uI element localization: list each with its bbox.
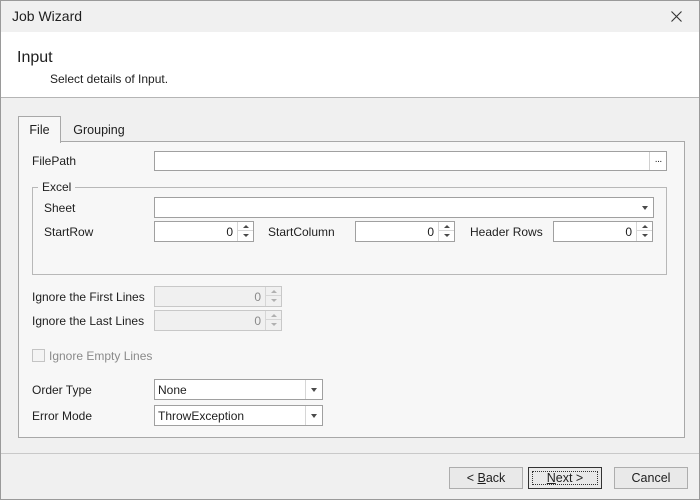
- arrow-down-icon: [270, 323, 277, 326]
- back-button-label: < Back: [466, 471, 506, 485]
- arrow-up-icon: [270, 289, 277, 293]
- arrow-up-icon: [242, 224, 249, 228]
- chevron-down-icon: [641, 205, 648, 210]
- startcolumn-label: StartColumn: [268, 225, 335, 239]
- ignore-last-increment-button[interactable]: [266, 311, 281, 320]
- ignore-first-spinner[interactable]: 0: [154, 286, 282, 307]
- close-icon: [670, 11, 682, 22]
- cancel-button-label: Cancel: [631, 471, 671, 485]
- startrow-spinner[interactable]: 0: [154, 221, 254, 242]
- back-button[interactable]: < Back: [449, 467, 523, 489]
- arrow-up-icon: [443, 224, 450, 228]
- window-title: Job Wizard: [12, 8, 83, 24]
- startrow-decrement-button[interactable]: [238, 231, 253, 240]
- headerrows-spin-buttons: [636, 222, 652, 241]
- order-type-label: Order Type: [32, 383, 92, 397]
- headerrows-value: 0: [625, 225, 632, 239]
- tab-grouping[interactable]: Grouping: [63, 118, 135, 142]
- headerrows-decrement-button[interactable]: [637, 231, 652, 240]
- chevron-down-icon: [311, 387, 317, 392]
- cancel-button[interactable]: Cancel: [614, 467, 688, 489]
- order-type-value: None: [158, 383, 187, 397]
- arrow-down-icon: [270, 299, 277, 302]
- sheet-dropdown-button[interactable]: [636, 198, 653, 217]
- ignore-last-value: 0: [254, 314, 261, 328]
- excel-group-legend: Excel: [38, 180, 76, 194]
- startcolumn-spinner[interactable]: 0: [355, 221, 455, 242]
- wizard-header: Input Select details of Input.: [1, 32, 699, 98]
- headerrows-label: Header Rows: [470, 225, 543, 239]
- page-subtitle: Select details of Input.: [50, 72, 169, 86]
- error-mode-combo[interactable]: ThrowException: [154, 405, 323, 426]
- sheet-combo[interactable]: [154, 197, 654, 218]
- arrow-up-icon: [270, 313, 277, 317]
- arrow-down-icon: [641, 234, 648, 237]
- error-mode-dropdown-button[interactable]: [305, 406, 322, 425]
- ignore-last-decrement-button[interactable]: [266, 320, 281, 329]
- tab-file[interactable]: File: [18, 116, 61, 143]
- browse-button[interactable]: ···: [649, 152, 666, 170]
- title-bar: Job Wizard: [1, 1, 699, 32]
- next-button[interactable]: Next >: [528, 467, 602, 489]
- ignore-first-value: 0: [254, 290, 261, 304]
- close-button[interactable]: [653, 1, 699, 32]
- startrow-value: 0: [226, 225, 233, 239]
- sheet-label: Sheet: [44, 201, 76, 215]
- error-mode-value: ThrowException: [158, 409, 245, 423]
- ignore-first-spin-buttons: [265, 287, 281, 306]
- error-mode-label: Error Mode: [32, 409, 93, 423]
- page-title: Input: [17, 49, 53, 66]
- startcolumn-increment-button[interactable]: [439, 222, 454, 231]
- startcolumn-spin-buttons: [438, 222, 454, 241]
- ignore-empty-label: Ignore Empty Lines: [49, 349, 153, 363]
- tab-file-label: File: [29, 123, 50, 137]
- order-type-dropdown-button[interactable]: [305, 380, 322, 399]
- arrow-down-icon: [242, 234, 249, 237]
- startrow-increment-button[interactable]: [238, 222, 253, 231]
- chevron-down-icon: [311, 413, 317, 418]
- focus-rectangle: [532, 471, 598, 485]
- ignore-last-label: Ignore the Last Lines: [32, 314, 145, 328]
- footer-divider: [1, 453, 699, 454]
- tab-grouping-label: Grouping: [73, 123, 125, 137]
- arrow-up-icon: [641, 224, 648, 228]
- startcolumn-decrement-button[interactable]: [439, 231, 454, 240]
- filepath-label: FilePath: [32, 154, 77, 168]
- ignore-last-spin-buttons: [265, 311, 281, 330]
- startrow-spin-buttons: [237, 222, 253, 241]
- arrow-down-icon: [443, 234, 450, 237]
- headerrows-increment-button[interactable]: [637, 222, 652, 231]
- filepath-input[interactable]: ···: [154, 151, 667, 171]
- ignore-empty-checkbox[interactable]: [32, 349, 45, 362]
- startrow-label: StartRow: [44, 225, 94, 239]
- job-wizard-window: Job Wizard Input Select details of Input…: [0, 0, 700, 500]
- ignore-last-spinner[interactable]: 0: [154, 310, 282, 331]
- startcolumn-value: 0: [427, 225, 434, 239]
- ignore-first-decrement-button[interactable]: [266, 296, 281, 305]
- headerrows-spinner[interactable]: 0: [553, 221, 653, 242]
- ignore-first-label: Ignore the First Lines: [32, 290, 145, 304]
- order-type-combo[interactable]: None: [154, 379, 323, 400]
- ellipsis-icon: ···: [654, 155, 663, 167]
- ignore-first-increment-button[interactable]: [266, 287, 281, 296]
